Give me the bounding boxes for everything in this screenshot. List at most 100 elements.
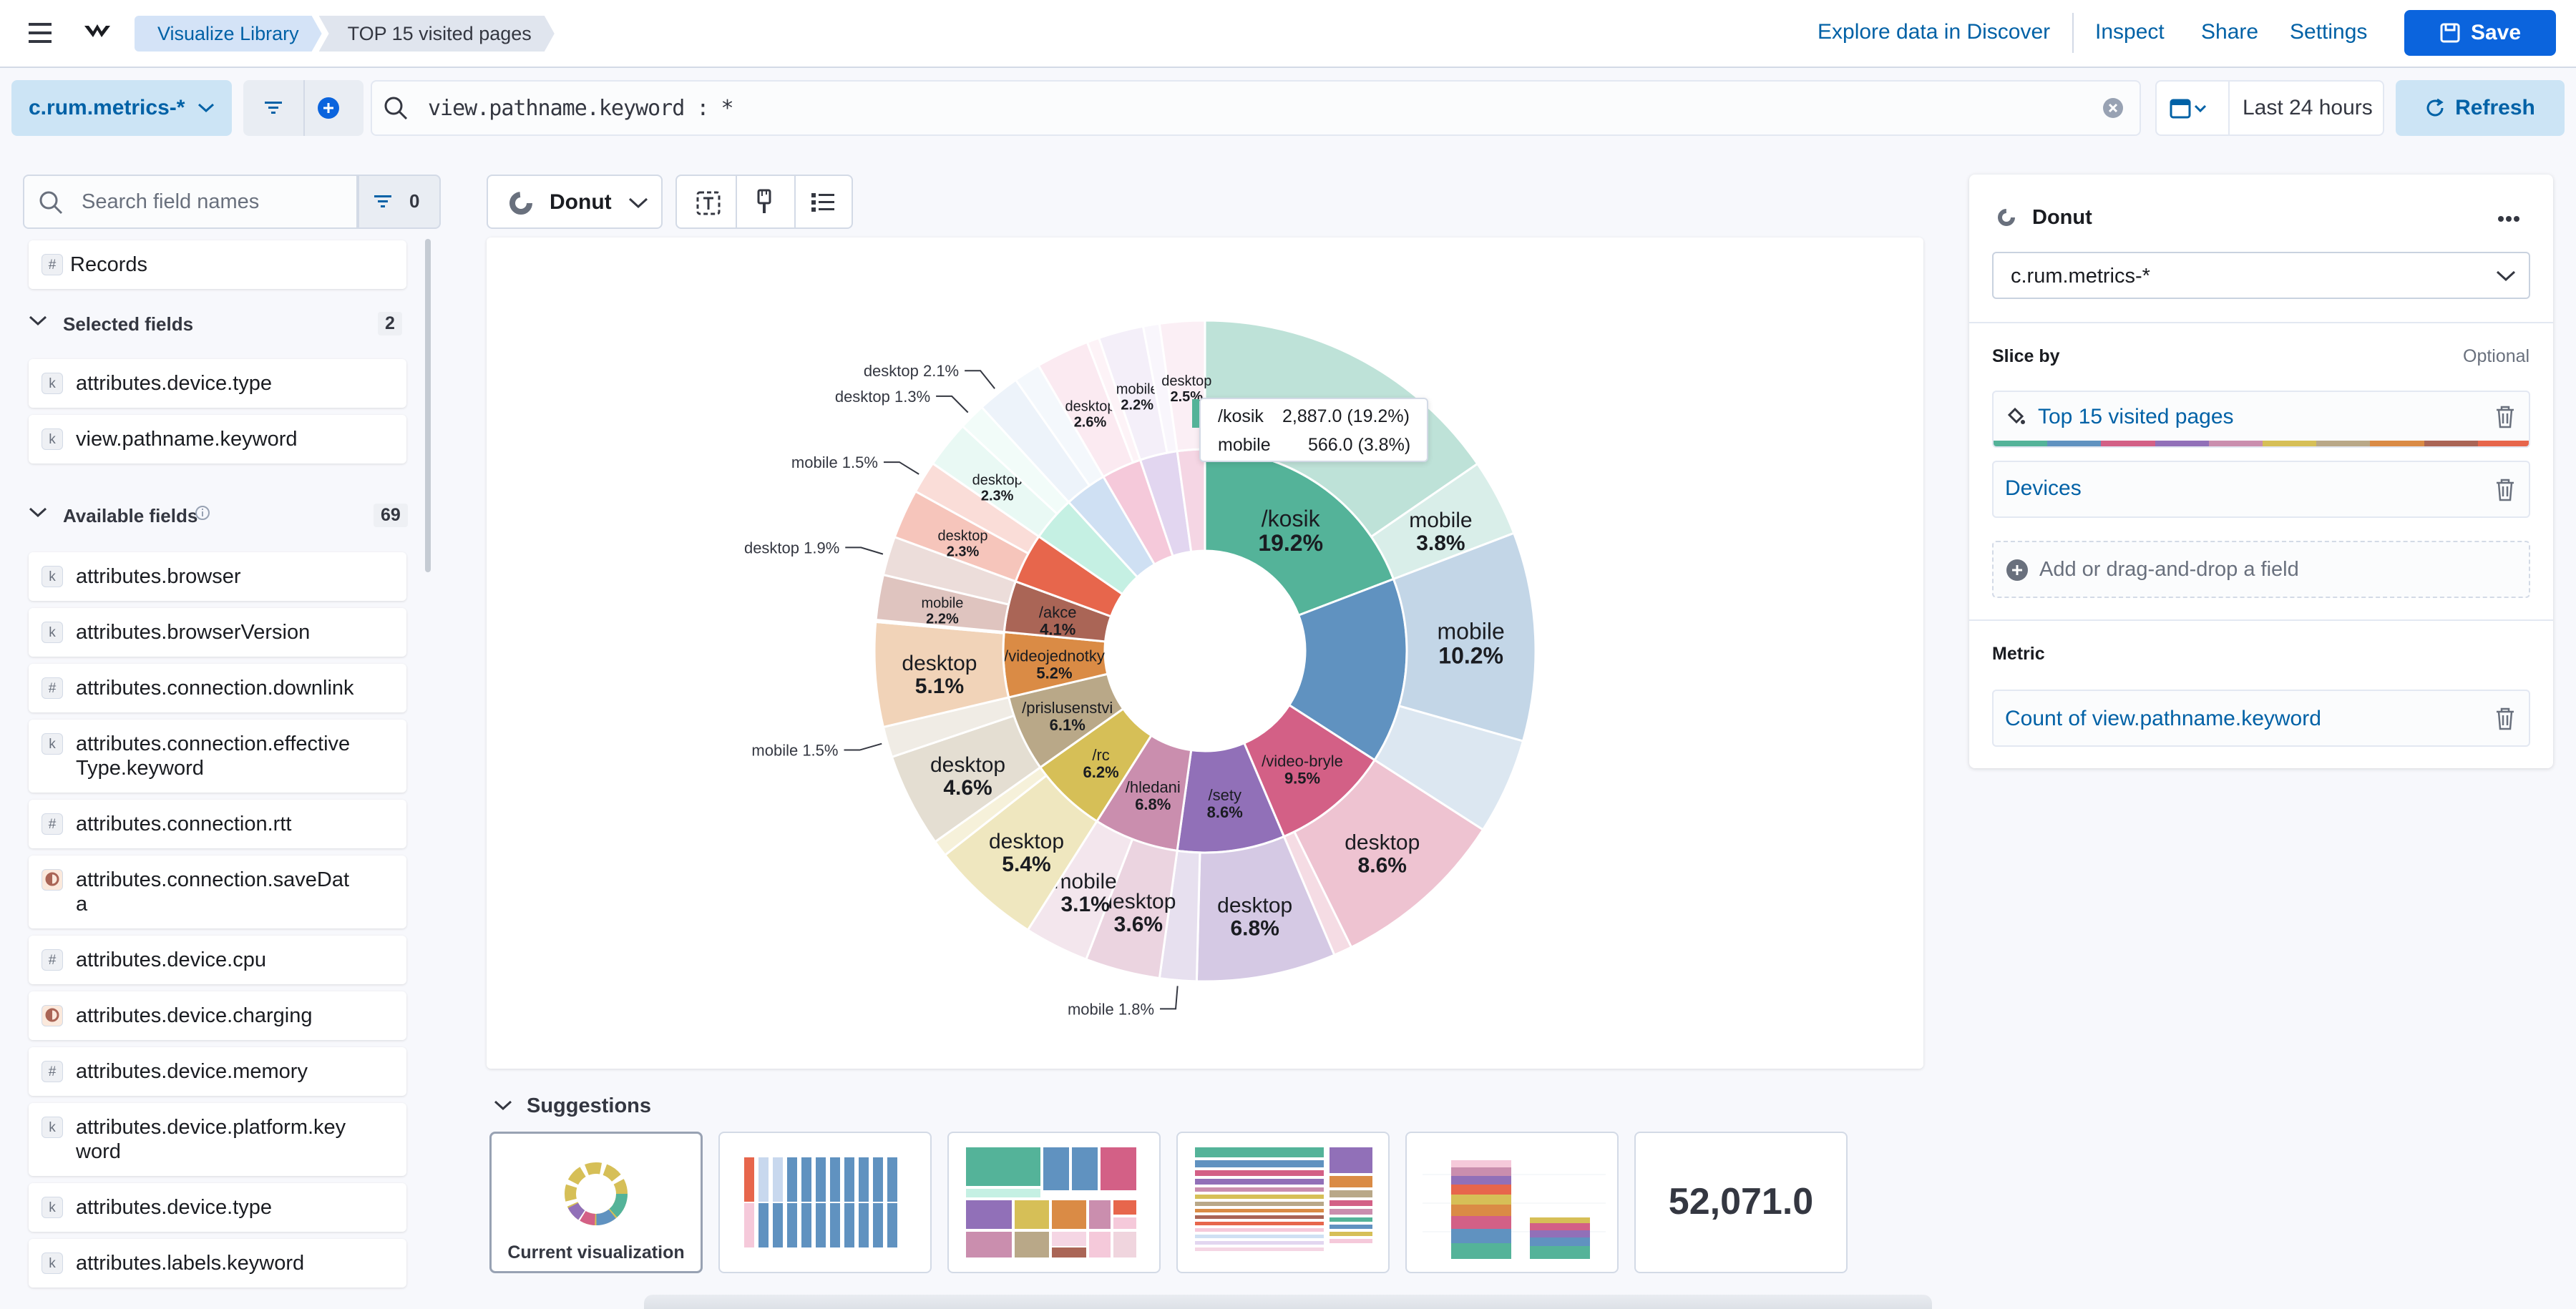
menu-icon[interactable] [29,23,52,43]
field-item[interactable]: k attributes.device.platform.key word [29,1103,406,1176]
records-field[interactable]: # Records [29,240,406,289]
field-name: attributes.device.memory [76,1060,308,1083]
donut-outer-value: 5.1% [915,675,964,698]
donut-inner-value: 5.2% [1036,665,1072,682]
suggestion-stacked-bars[interactable] [1176,1132,1390,1273]
field-item[interactable]: k attributes.browser [29,552,406,601]
donut-chart[interactable]: /kosik19.2%/video-bryle9.5%/sety8.6%/hle… [487,237,1923,1069]
slice-field-devices[interactable]: Devices [1992,461,2530,518]
keyword-type-icon: k [42,566,63,587]
trash-icon[interactable] [2494,707,2516,731]
suggestion-vertical-bars[interactable] [1405,1132,1619,1273]
field-item[interactable]: # attributes.device.memory [29,1047,406,1096]
suggestions-chevron-icon[interactable] [494,1100,512,1115]
explore-in-discover-link[interactable]: Explore data in Discover [1818,20,2050,44]
suggestion-metric[interactable]: 52,071.0 [1634,1132,1848,1273]
field-item[interactable]: k view.pathname.keyword [29,415,406,464]
divider [1969,322,2553,323]
breadcrumb-visualize-library[interactable]: Visualize Library [135,16,322,52]
available-fields-title[interactable]: Available fields [63,505,197,527]
donut-icon [509,192,532,215]
suggestion-bar-chart[interactable] [718,1132,932,1273]
treemap-thumbnail-icon [966,1147,1136,1257]
slice-field-top-pages[interactable]: Top 15 visited pages [1992,391,2530,448]
suggestion-treemap[interactable] [947,1132,1161,1273]
donut-outer-callout-label: desktop 1.9% [744,539,839,557]
palette-color-swatch [2208,441,2263,446]
keyword-type-icon: k [42,622,63,643]
donut-inner-label: /akce [1039,603,1077,621]
settings-link[interactable]: Settings [2290,20,2367,44]
donut-inner-value: 6.1% [1050,716,1085,734]
add-filter-icon[interactable] [316,96,341,124]
field-search-input[interactable]: Search field names [23,175,358,229]
selected-fields-chevron-icon[interactable] [29,315,47,330]
keyword-type-icon: k [42,428,63,450]
field-filter-button[interactable]: 0 [358,175,441,229]
data-view-label: c.rum.metrics-* [29,96,185,119]
info-icon[interactable] [195,505,210,524]
available-fields-chevron-icon[interactable] [29,506,47,521]
labels-icon[interactable] [696,190,721,220]
refresh-icon [2426,98,2444,117]
brush-icon[interactable] [753,189,776,220]
tooltip-value: 566.0 (3.8%) [1308,435,1411,455]
donut-inner-label: /prislusenstvi [1022,699,1113,717]
layer-data-view-select[interactable]: c.rum.metrics-* [1992,252,2530,299]
available-fields-count: 69 [374,504,408,527]
selected-fields-title[interactable]: Selected fields [63,313,193,335]
field-name: attributes.browserVersion [76,621,311,644]
number-type-icon: # [42,949,63,971]
legend-icon[interactable] [810,192,836,217]
save-label: Save [2470,21,2522,44]
donut-inner-value: 6.8% [1135,795,1171,813]
donut-outer-callout-label: mobile 1.5% [751,742,838,760]
save-button[interactable]: Save [2404,10,2556,56]
date-range-label[interactable]: Last 24 hours [2243,96,2373,120]
keyword-type-icon: k [42,1117,63,1138]
optional-label: Optional [2463,346,2530,366]
kibana-logo-icon[interactable] [83,21,112,43]
field-name-line: attributes.connection.saveDat [76,868,350,891]
refresh-button[interactable]: Refresh [2396,80,2565,136]
field-item[interactable]: k attributes.connection.effective Type.k… [29,720,406,793]
vertical-bar-thumbnail-icon [1423,1160,1606,1259]
trash-icon[interactable] [2494,478,2516,502]
field-item[interactable]: # attributes.connection.rtt [29,800,406,848]
clear-query-icon[interactable] [2102,97,2124,122]
palette-color-swatch [2424,441,2478,446]
date-picker[interactable]: Last 24 hours [2155,80,2384,136]
calendar-icon[interactable] [2170,97,2208,122]
field-item[interactable]: attributes.connection.saveDat a [29,855,406,928]
suggestions-title[interactable]: Suggestions [527,1094,651,1118]
donut-outer-label: desktop [930,753,1005,777]
donut-inner-label: /rc [1092,746,1109,764]
field-item[interactable]: # attributes.connection.downlink [29,664,406,712]
field-item[interactable]: k attributes.labels.keyword [29,1239,406,1288]
field-item[interactable]: # attributes.device.cpu [29,936,406,984]
trash-icon[interactable] [2494,405,2516,429]
more-options-icon[interactable] [2497,213,2520,226]
filter-menu-icon[interactable] [263,100,283,119]
palette-color-swatch [2316,441,2371,446]
field-name: attributes.labels.keyword [76,1252,305,1275]
field-item[interactable]: k attributes.device.type [29,359,406,408]
chevron-down-icon [198,103,215,113]
share-link[interactable]: Share [2201,20,2258,44]
donut-outer-value: 2.3% [981,488,1014,504]
suggestion-current[interactable]: Current visualization [489,1132,703,1273]
number-type-icon: # [42,1061,63,1082]
palette-color-swatch [2370,441,2424,446]
add-field-dropzone[interactable]: Add or drag-and-drop a field [1992,541,2530,598]
sidebar-scrollbar[interactable] [425,239,431,572]
inspect-link[interactable]: Inspect [2095,20,2165,44]
boolean-type-icon [42,869,63,891]
suggestion-current-label: Current visualization [507,1242,685,1263]
field-item[interactable]: attributes.device.charging [29,991,406,1040]
metric-field[interactable]: Count of view.pathname.keyword [1992,690,2530,747]
field-item[interactable]: k attributes.browserVersion [29,608,406,657]
data-view-picker[interactable]: c.rum.metrics-* [11,80,232,136]
field-item[interactable]: k attributes.device.type [29,1183,406,1232]
tooltip-label: /kosik [1218,406,1264,426]
chart-type-switcher[interactable]: Donut [487,175,663,229]
